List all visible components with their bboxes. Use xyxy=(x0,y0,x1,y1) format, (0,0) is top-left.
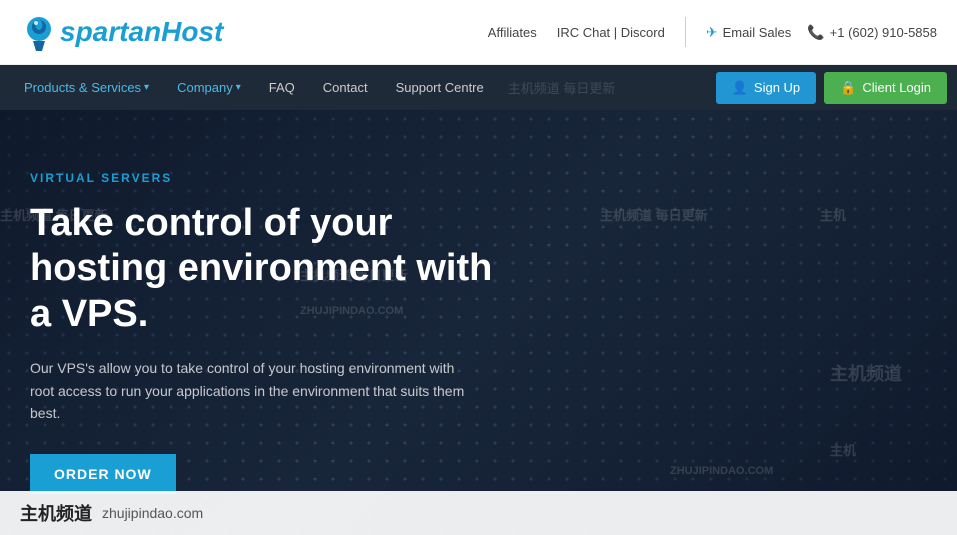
email-sales-label: Email Sales xyxy=(723,25,792,40)
nav-watermark: 主机频道 每日更新 xyxy=(498,78,626,97)
order-now-button[interactable]: ORDER NOW xyxy=(30,454,176,494)
hero-content: VIRTUAL SERVERS Take control of your hos… xyxy=(0,110,526,535)
login-button[interactable]: 🔒 Client Login xyxy=(824,72,947,104)
nav-contact[interactable]: Contact xyxy=(309,65,382,110)
top-bar: spartanHost Affiliates IRC Chat | Discor… xyxy=(0,0,957,65)
signup-button[interactable]: 👤 Sign Up xyxy=(716,72,816,104)
divider xyxy=(685,17,686,47)
phone-icon: 📞 xyxy=(807,24,824,41)
phone-item[interactable]: 📞 +1 (602) 910-5858 xyxy=(807,24,937,41)
affiliates-link[interactable]: Affiliates xyxy=(488,25,537,40)
hero-subtitle: VIRTUAL SERVERS xyxy=(30,171,496,185)
nav-support[interactable]: Support Centre xyxy=(382,65,498,110)
nav-company[interactable]: Company ▾ xyxy=(163,65,255,110)
nav-bar: Products & Services ▾ Company ▾ FAQ Cont… xyxy=(0,65,957,110)
email-sales-item[interactable]: ✈ Email Sales xyxy=(706,24,791,41)
logo[interactable]: spartanHost xyxy=(20,13,223,51)
hero-title: Take control of your hosting environment… xyxy=(30,201,496,338)
watermark-bottom-bar: 主机频道 zhujipindao.com xyxy=(0,491,957,535)
logo-icon xyxy=(20,13,58,51)
nav-items: Products & Services ▾ Company ▾ FAQ Cont… xyxy=(10,65,706,110)
email-icon: ✈ xyxy=(706,24,718,41)
contact-info: ✈ Email Sales 📞 +1 (602) 910-5858 xyxy=(706,24,937,41)
watermark-bottom-url: zhujipindao.com xyxy=(102,505,203,521)
user-icon: 👤 xyxy=(732,80,748,96)
watermark-bottom-title: 主机频道 xyxy=(20,500,92,526)
hero-description: Our VPS's allow you to take control of y… xyxy=(30,357,470,424)
chevron-down-icon: ▾ xyxy=(144,82,149,93)
logo-text: spartanHost xyxy=(60,16,223,48)
nav-faq[interactable]: FAQ xyxy=(255,65,309,110)
phone-label: +1 (602) 910-5858 xyxy=(830,25,937,40)
nav-buttons: 👤 Sign Up 🔒 Client Login xyxy=(716,72,947,104)
top-links: Affiliates IRC Chat | Discord ✈ Email Sa… xyxy=(488,17,937,47)
lock-icon: 🔒 xyxy=(840,80,856,96)
nav-products[interactable]: Products & Services ▾ xyxy=(10,65,163,110)
irc-chat-link[interactable]: IRC Chat | Discord xyxy=(557,25,665,40)
chevron-down-icon: ▾ xyxy=(236,82,241,93)
hero-section: 主机频道 每日更新 主机频道 每日更新 ZHUJIPINDAO.COM 主机频道… xyxy=(0,110,957,535)
